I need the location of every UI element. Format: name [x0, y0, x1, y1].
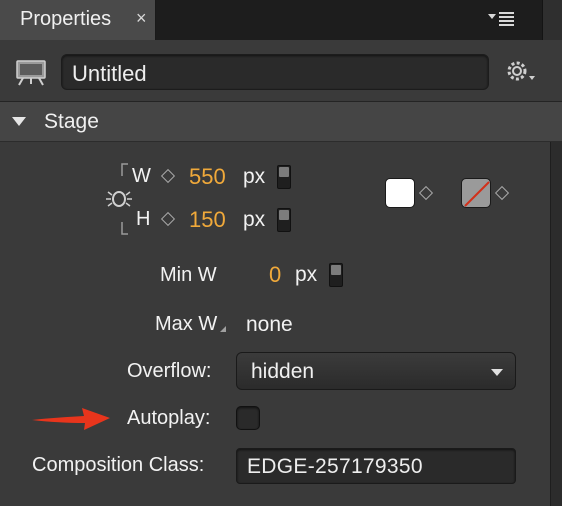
height-unit-toggle[interactable]	[277, 208, 291, 232]
composition-class-field[interactable]: EDGE-257179350	[236, 448, 516, 484]
composition-class-value: EDGE-257179350	[247, 455, 423, 478]
composition-class-label: Composition Class:	[32, 454, 205, 476]
properties-header: Untitled	[0, 40, 562, 102]
background-color-swatch[interactable]	[385, 178, 415, 208]
disclosure-triangle-icon[interactable]	[12, 117, 26, 126]
width-unit-toggle[interactable]	[277, 165, 291, 189]
tabbar-edge	[542, 0, 562, 40]
panel-menu-icon[interactable]	[482, 4, 528, 34]
height-value[interactable]: 150	[189, 207, 226, 233]
tab-bar: Properties ×	[0, 0, 562, 40]
height-label: H	[136, 208, 151, 230]
width-value[interactable]: 550	[189, 164, 226, 190]
link-dimensions-icon[interactable]	[104, 162, 134, 236]
width-label: W	[132, 165, 151, 187]
min-width-value[interactable]: 0	[269, 262, 281, 288]
autoplay-checkbox[interactable]	[236, 406, 260, 430]
tab-label: Properties	[20, 8, 112, 30]
gear-icon[interactable]	[502, 57, 538, 87]
width-unit[interactable]: px	[243, 165, 265, 189]
title-field[interactable]: Untitled	[61, 54, 489, 90]
max-width-label: Max W	[155, 313, 218, 335]
section-label: Stage	[44, 110, 99, 133]
close-icon[interactable]: ×	[136, 8, 147, 29]
tab-properties[interactable]: Properties ×	[0, 0, 156, 40]
max-width-dropdown-icon[interactable]	[220, 326, 226, 332]
chevron-down-icon	[491, 369, 503, 376]
scrollbar[interactable]	[550, 142, 562, 506]
min-width-unit-toggle[interactable]	[329, 263, 343, 287]
section-stage[interactable]: Stage	[0, 102, 562, 142]
overflow-value: hidden	[251, 360, 315, 383]
autoplay-label: Autoplay:	[127, 407, 211, 429]
min-width-unit[interactable]: px	[295, 263, 317, 287]
overflow-select[interactable]: hidden	[236, 352, 516, 390]
stage-icon	[14, 57, 48, 87]
annotation-arrow	[30, 400, 112, 436]
overflow-label: Overflow:	[127, 360, 212, 382]
no-color-icon[interactable]	[461, 178, 491, 208]
max-width-value[interactable]: none	[246, 313, 293, 337]
min-width-label: Min W	[160, 264, 217, 286]
title-value: Untitled	[72, 61, 147, 86]
height-unit[interactable]: px	[243, 208, 265, 232]
